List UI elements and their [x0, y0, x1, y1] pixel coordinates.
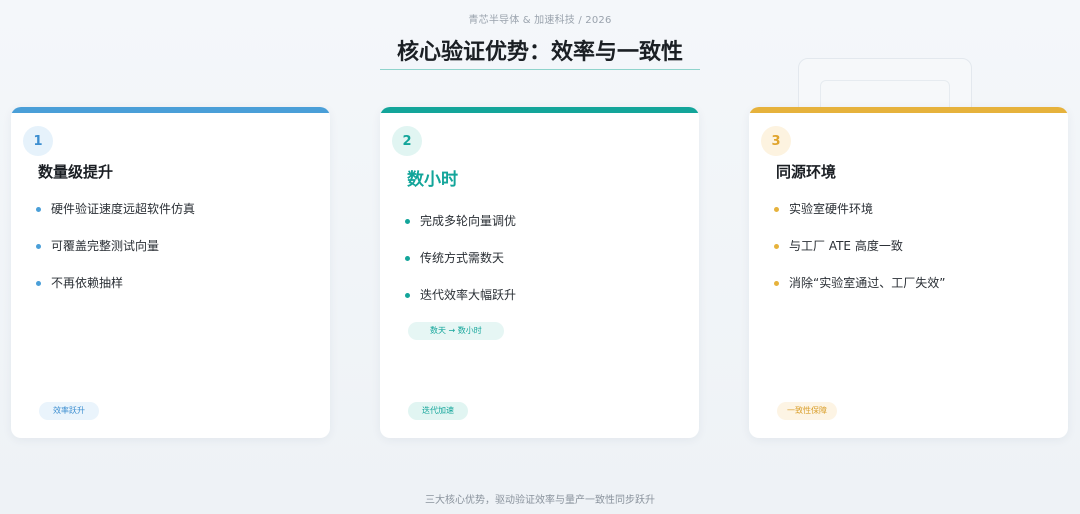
advantage-card-2: 2 数小时 完成多轮向量调优 传统方式需数天 迭代效率大幅跃升 数天 → 数小时… [380, 107, 699, 438]
highlight-pill: 数天 → 数小时 [408, 322, 504, 340]
card-title: 数量级提升 [38, 163, 114, 181]
list-item: 硬件验证速度远超软件仿真 [36, 201, 195, 238]
bullet-dot-icon [405, 293, 410, 298]
list-item: 消除“实验室通过、工厂失效” [774, 275, 945, 312]
bullet-dot-icon [774, 281, 779, 286]
list-item: 迭代效率大幅跃升 [405, 287, 516, 324]
card-tag: 效率跃升 [39, 402, 99, 420]
list-item: 传统方式需数天 [405, 250, 516, 287]
card-bullet-list: 实验室硬件环境 与工厂 ATE 高度一致 消除“实验室通过、工厂失效” [774, 201, 945, 312]
bullet-dot-icon [36, 207, 41, 212]
list-item: 不再依赖抽样 [36, 275, 195, 312]
bullet-text: 可覆盖完整测试向量 [51, 239, 160, 253]
bullet-dot-icon [774, 207, 779, 212]
bullet-dot-icon [36, 244, 41, 249]
bullet-dot-icon [405, 256, 410, 261]
card-tag: 迭代加速 [408, 402, 468, 420]
card-bullet-list: 完成多轮向量调优 传统方式需数天 迭代效率大幅跃升 [405, 213, 516, 324]
bullet-text: 实验室硬件环境 [789, 202, 874, 216]
bullet-text: 消除“实验室通过、工厂失效” [789, 276, 946, 290]
bullet-dot-icon [36, 281, 41, 286]
page-subtitle: 青芯半导体 & 加速科技 / 2026 [468, 15, 612, 26]
card-number-badge: 3 [761, 126, 791, 156]
page-title: 核心验证优势：效率与一致性 [396, 40, 683, 65]
card-title: 同源环境 [776, 163, 837, 181]
bullet-dot-icon [405, 219, 410, 224]
bullet-text: 与工厂 ATE 高度一致 [789, 239, 903, 253]
bullet-text: 完成多轮向量调优 [420, 214, 517, 228]
list-item: 可覆盖完整测试向量 [36, 238, 195, 275]
list-item: 与工厂 ATE 高度一致 [774, 238, 945, 275]
advantage-card-3: 3 同源环境 实验室硬件环境 与工厂 ATE 高度一致 消除“实验室通过、工厂失… [749, 107, 1068, 438]
list-item: 完成多轮向量调优 [405, 213, 516, 250]
list-item: 实验室硬件环境 [774, 201, 945, 238]
card-number-badge: 2 [392, 126, 422, 156]
bullet-text: 硬件验证速度远超软件仿真 [51, 202, 196, 216]
bullet-dot-icon [774, 244, 779, 249]
bullet-text: 迭代效率大幅跃升 [420, 288, 517, 302]
advantage-card-1: 1 数量级提升 硬件验证速度远超软件仿真 可覆盖完整测试向量 不再依赖抽样 效率… [11, 107, 330, 438]
card-accent-bar [749, 107, 1068, 113]
card-accent-bar [11, 107, 330, 113]
card-bullet-list: 硬件验证速度远超软件仿真 可覆盖完整测试向量 不再依赖抽样 [36, 201, 195, 312]
card-title: 数小时 [407, 170, 458, 190]
card-number-badge: 1 [23, 126, 53, 156]
bullet-text: 不再依赖抽样 [51, 276, 124, 290]
card-tag: 一致性保障 [777, 402, 837, 420]
page-footer: 三大核心优势，驱动验证效率与量产一致性同步跃升 [425, 495, 655, 506]
title-underline [380, 69, 700, 70]
bullet-text: 传统方式需数天 [420, 251, 505, 265]
card-accent-bar [380, 107, 699, 113]
